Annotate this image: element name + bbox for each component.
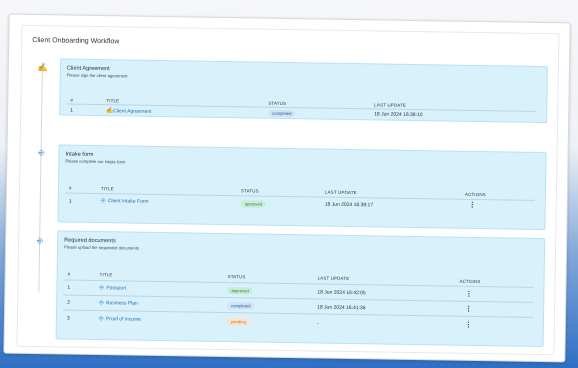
status-badge: approved (240, 200, 267, 208)
col-last-update: LAST UPDATE (317, 275, 350, 281)
signature-icon: ✍ (37, 63, 48, 73)
section-title: Required documents (64, 237, 116, 245)
row-num: 1 (68, 198, 72, 205)
row-title: Passport (106, 285, 127, 292)
last-update: 18 Jun 2024 16:42:05 (317, 289, 366, 297)
row-title: Client Intake Form (107, 198, 149, 205)
timeline-rail (38, 62, 43, 293)
section-title: Client Agreement (66, 65, 110, 73)
col-title: TITLE (100, 186, 114, 192)
col-status: STATUS (240, 188, 259, 194)
section-subtitle: Please complete our intake form (65, 158, 126, 165)
table-row-title-link[interactable]: ✍Client Agreement (106, 107, 151, 115)
status-badge: completed (227, 302, 255, 310)
form-icon: ⎆ (38, 148, 45, 158)
row-num: 2 (67, 299, 71, 306)
more-vertical-icon[interactable]: ⋮ (469, 202, 476, 209)
workflow-panel: Client Onboarding Workflow ✍ Client Agre… (16, 24, 560, 356)
section-intake-form: Intake form Please complete our intake f… (57, 144, 547, 231)
section-title: Intake form (65, 151, 94, 158)
col-last-update: LAST UPDATE (374, 102, 407, 108)
row-title: Proof of income (105, 316, 141, 323)
table-row-title-link[interactable]: ⎆ Client Intake Form (101, 198, 149, 206)
last-update: 18 Jun 2024 16:41:36 (317, 304, 366, 312)
section-client-agreement: Client Agreement Please sign the client … (59, 58, 548, 124)
col-num: # (70, 97, 74, 103)
col-title: TITLE (99, 272, 113, 278)
more-vertical-icon[interactable]: ⋮ (465, 322, 472, 329)
more-vertical-icon[interactable]: ⋮ (465, 306, 472, 313)
table-row-title-link[interactable]: ⎆ Proof of income (99, 316, 141, 324)
section-required-documents: Required documents Please upload the req… (55, 230, 546, 348)
col-status: STATUS (227, 274, 246, 280)
section-subtitle: Please sign the client agreement (66, 72, 128, 79)
col-last-update: LAST UPDATE (324, 189, 357, 196)
table-row-title-link[interactable]: ⎆ Business Plan (99, 300, 138, 308)
row-title: Business Plan (106, 300, 138, 307)
row-title: Client Agreement (113, 108, 152, 115)
status-badge: approved (227, 287, 253, 295)
col-actions: ACTIONS (459, 278, 481, 285)
row-num: 1 (67, 284, 71, 291)
more-vertical-icon[interactable]: ⋮ (465, 291, 472, 298)
last-update: - (316, 320, 319, 327)
section-subtitle: Please upload the requested documents (64, 244, 140, 251)
col-status: STATUS (268, 100, 287, 106)
document-icon: ⎆ (36, 236, 44, 246)
col-num: # (67, 271, 71, 277)
page-title: Client Onboarding Workflow (32, 36, 120, 46)
status-badge: pending (226, 318, 250, 326)
last-update: 18 Jun 2024 16:38:10 (374, 111, 423, 119)
col-num: # (68, 185, 72, 191)
table-row-title-link[interactable]: ⎆ Passport (99, 285, 126, 292)
last-update: 18 Jun 2024 16:39:17 (324, 201, 374, 209)
workflow-card: Client Onboarding Workflow ✍ Client Agre… (3, 13, 571, 363)
status-badge: completed (268, 109, 296, 118)
col-actions: ACTIONS (464, 191, 486, 198)
col-title: TITLE (106, 98, 120, 104)
row-num: 3 (66, 315, 70, 322)
row-num: 1 (70, 107, 74, 114)
